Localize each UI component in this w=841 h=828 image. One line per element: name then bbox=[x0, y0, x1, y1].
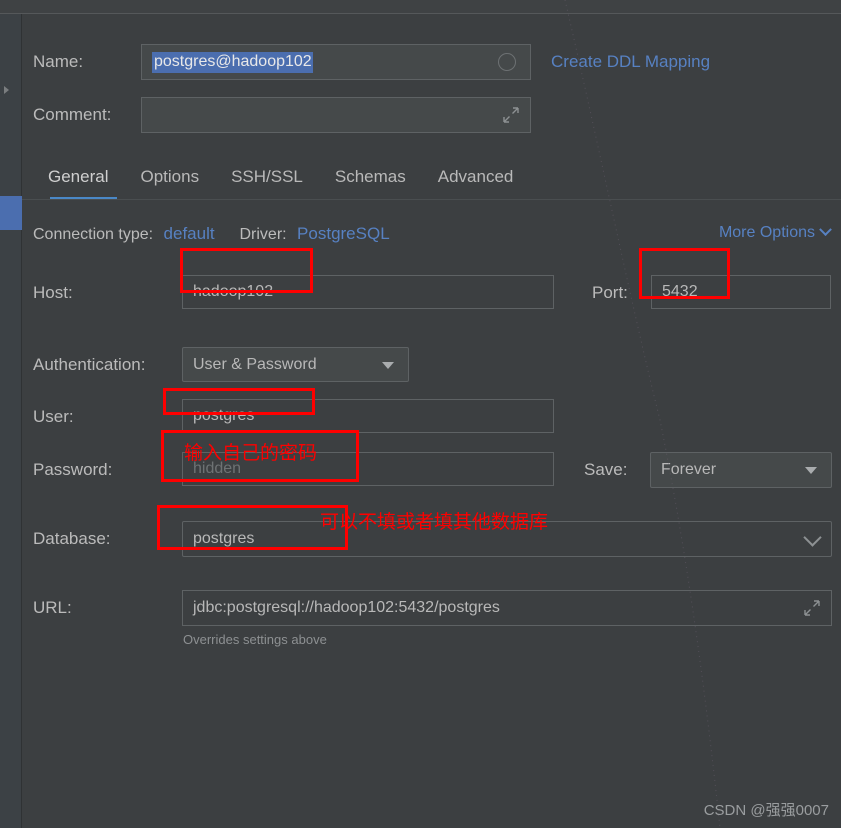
name-input[interactable]: postgres@hadoop102 bbox=[141, 44, 531, 80]
database-value: postgres bbox=[193, 530, 255, 547]
host-label: Host: bbox=[33, 283, 73, 302]
port-label: Port: bbox=[592, 283, 628, 302]
url-label: URL: bbox=[33, 598, 72, 617]
comment-label: Comment: bbox=[33, 105, 112, 124]
create-ddl-mapping-link[interactable]: Create DDL Mapping bbox=[551, 52, 710, 72]
database-label: Database: bbox=[33, 529, 111, 548]
status-circle-icon bbox=[498, 53, 516, 71]
tab-general[interactable]: General bbox=[32, 160, 124, 194]
tab-options[interactable]: Options bbox=[124, 160, 215, 194]
settings-tabs[interactable]: General Options SSH/SSL Schemas Advanced bbox=[32, 160, 529, 200]
port-input-value: 5432 bbox=[662, 283, 698, 300]
host-input-value: hadoop102 bbox=[193, 283, 274, 300]
chevron-down-icon bbox=[803, 528, 822, 547]
driver-value[interactable]: PostgreSQL bbox=[297, 224, 390, 243]
password-label: Password: bbox=[33, 460, 113, 479]
connection-settings-panel: Name: postgres@hadoop102 Create DDL Mapp… bbox=[22, 14, 841, 828]
user-label: User: bbox=[33, 407, 74, 426]
tab-ssh-ssl[interactable]: SSH/SSL bbox=[215, 160, 319, 194]
rail-selected-indicator bbox=[0, 196, 22, 230]
port-input[interactable]: 5432 bbox=[651, 275, 831, 309]
name-input-value: postgres@hadoop102 bbox=[152, 51, 313, 73]
expand-arrow-icon[interactable] bbox=[4, 86, 9, 94]
authentication-label: Authentication: bbox=[33, 355, 146, 374]
screenshot-root: Name: postgres@hadoop102 Create DDL Mapp… bbox=[0, 0, 841, 828]
name-label: Name: bbox=[33, 52, 84, 71]
password-input[interactable]: hidden bbox=[182, 452, 554, 486]
database-select[interactable]: postgres bbox=[182, 521, 832, 557]
caret-down-icon bbox=[805, 467, 817, 474]
tab-advanced[interactable]: Advanced bbox=[422, 160, 530, 194]
save-value: Forever bbox=[661, 461, 717, 478]
more-options-button[interactable]: More Options bbox=[718, 223, 832, 242]
url-input[interactable]: jdbc:postgresql://hadoop102:5432/postgre… bbox=[182, 590, 832, 626]
tabs-divider bbox=[22, 199, 841, 200]
caret-down-icon bbox=[382, 361, 394, 369]
connection-type-label: Connection type: bbox=[33, 226, 154, 243]
url-hint: Overrides settings above bbox=[183, 632, 327, 647]
data-source-rail[interactable] bbox=[0, 14, 22, 828]
authentication-select[interactable]: User & Password bbox=[182, 347, 409, 382]
authentication-value: User & Password bbox=[193, 355, 317, 373]
comment-input[interactable] bbox=[141, 97, 531, 133]
csdn-watermark: CSDN @强强0007 bbox=[703, 802, 829, 819]
window-top-strip bbox=[0, 0, 841, 14]
save-select[interactable]: Forever bbox=[650, 452, 832, 488]
expand-editor-icon[interactable] bbox=[803, 599, 821, 617]
chevron-down-icon bbox=[819, 223, 832, 237]
host-input[interactable]: hadoop102 bbox=[182, 275, 554, 309]
connection-type-value[interactable]: default bbox=[164, 224, 215, 243]
more-options-label: More Options bbox=[718, 224, 815, 241]
user-input-value: postgres bbox=[193, 407, 255, 424]
connection-meta-row: Connection type: default Driver: Postgre… bbox=[33, 224, 390, 244]
driver-label: Driver: bbox=[239, 226, 287, 243]
password-placeholder: hidden bbox=[193, 460, 242, 477]
tab-schemas[interactable]: Schemas bbox=[319, 160, 422, 194]
save-label: Save: bbox=[584, 460, 628, 479]
expand-editor-icon[interactable] bbox=[502, 106, 520, 124]
user-input[interactable]: postgres bbox=[182, 399, 554, 433]
url-input-value: jdbc:postgresql://hadoop102:5432/postgre… bbox=[193, 599, 500, 616]
